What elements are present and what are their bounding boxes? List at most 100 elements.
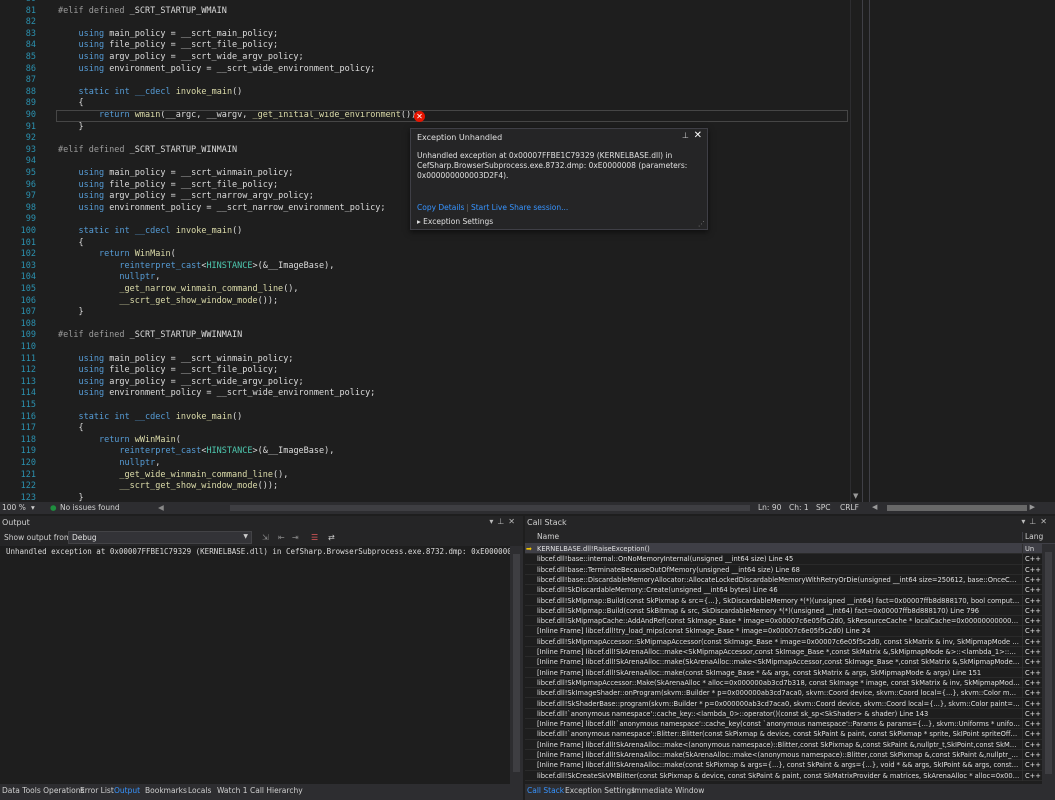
chevron-down-icon[interactable]: ▾ [31,503,35,512]
code-editor[interactable]: 8081828384858687888990919293949596979899… [0,0,862,502]
code-line[interactable]: } [58,493,83,502]
column-header-name[interactable]: Name [537,532,559,541]
tab-locals[interactable]: Locals [188,786,211,795]
code-line[interactable]: using file_policy = __scrt_file_policy; [58,180,278,192]
exception-settings-toggle[interactable]: ▸ Exception Settings [417,217,493,226]
scroll-right-icon[interactable]: ▶ [1030,503,1035,511]
code-line[interactable]: return wWinMain( [58,435,181,447]
code-line[interactable]: using environment_policy = __scrt_narrow… [58,203,385,215]
call-stack-row[interactable]: libcef.dll!SkMipmap::Build(const SkBitma… [525,605,1042,617]
call-stack-row[interactable]: libcef.dll!`anonymous namespace'::Blitte… [525,729,1042,740]
close-icon[interactable]: ✕ [508,517,519,526]
column-header-lang[interactable]: Lang [1022,532,1043,541]
right-horizontal-scrollbar[interactable]: ◀ ▶ [862,502,1055,514]
output-text[interactable]: Unhandled exception at 0x00007FFBE1C7932… [0,546,510,784]
code-line[interactable]: using file_policy = __scrt_file_policy; [58,40,278,52]
call-stack-row[interactable]: libcef.dll!SkImageShader::onProgram(skvm… [525,688,1042,699]
tab-data-tools-operations[interactable]: Data Tools Operations [2,786,84,795]
pin-icon[interactable]: ⊥ [682,131,689,140]
tab-exception-settings[interactable]: Exception Settings [565,786,635,795]
code-line[interactable]: #elif defined _SCRT_STARTUP_WWINMAIN [58,330,242,342]
scroll-down-icon[interactable]: ▼ [853,492,858,500]
pin-icon[interactable]: ⊥ [497,517,508,526]
scroll-left-icon[interactable]: ◀ [158,503,164,512]
code-line[interactable]: reinterpret_cast<HINSTANCE>(&__ImageBase… [58,446,334,458]
code-line[interactable]: { [58,423,83,435]
scroll-thumb[interactable] [513,554,520,772]
code-line[interactable]: static int __cdecl invoke_main() [58,87,242,99]
call-stack-row[interactable]: libcef.dll!SkMipmapAccessor::SkMipmapAcc… [525,636,1042,647]
code-line[interactable]: nullptr, [58,458,160,470]
editor-vertical-scrollbar[interactable]: ▼ [850,0,862,502]
close-icon[interactable]: ✕ [694,130,702,141]
code-line[interactable]: using file_policy = __scrt_file_policy; [58,365,278,377]
call-stack-row[interactable]: libcef.dll!base::internal::OnNoMemoryInt… [525,554,1042,565]
code-line[interactable]: using argv_policy = __scrt_wide_argv_pol… [58,52,303,64]
find-message-icon[interactable]: ⇲ [262,533,269,542]
call-stack-row[interactable]: libcef.dll!base::TerminateBecauseOutOfMe… [525,564,1042,575]
call-stack-row[interactable]: [Inline Frame] libcef.dll!`anonymous nam… [525,719,1042,730]
call-stack-row[interactable]: [Inline Frame] libcef.dll!SkArenaAlloc::… [525,750,1042,761]
call-stack-row[interactable]: libcef.dll!SkDiscardableMemory::Create(u… [525,585,1042,596]
call-stack-row[interactable]: [Inline Frame] libcef.dll!try_load_mips(… [525,626,1042,637]
issues-status[interactable]: No issues found [60,503,120,512]
tab-call-hierarchy[interactable]: Call Hierarchy [250,786,303,795]
code-line[interactable]: { [58,98,83,110]
code-line[interactable]: using environment_policy = __scrt_wide_e… [58,64,375,76]
code-line[interactable]: using environment_policy = __scrt_wide_e… [58,388,375,400]
go-next-icon[interactable]: ⇥ [292,533,299,542]
live-share-link[interactable]: Start Live Share session... [471,203,568,212]
code-line[interactable]: static int __cdecl invoke_main() [58,412,242,424]
code-line[interactable]: #elif defined _SCRT_STARTUP_WINMAIN [58,145,237,157]
code-line[interactable]: _get_wide_winmain_command_line(), [58,470,288,482]
code-line[interactable]: { [58,238,83,250]
call-stack-row[interactable]: libcef.dll!SkCreateSkVMBlitter(const SkP… [525,770,1042,781]
call-stack-row[interactable]: libcef.dll!base::DiscardableMemoryAlloca… [525,574,1042,586]
code-line[interactable]: using main_policy = __scrt_main_policy; [58,29,278,41]
scroll-thumb[interactable] [887,505,1027,511]
word-wrap-icon[interactable]: ⇄ [328,533,335,542]
copy-details-link[interactable]: Copy Details [417,203,464,212]
code-line[interactable]: using main_policy = __scrt_winmain_polic… [58,168,293,180]
code-line[interactable]: nullptr, [58,272,160,284]
tab-immediate-window[interactable]: Immediate Window [632,786,704,795]
code-line[interactable]: using argv_policy = __scrt_narrow_argv_p… [58,191,313,203]
code-area[interactable]: #elif defined _SCRT_STARTUP_WMAIN using … [48,0,850,502]
tab-watch-1[interactable]: Watch 1 [217,786,248,795]
resize-grip-icon[interactable]: ⋰ [698,220,705,228]
close-icon[interactable]: ✕ [1040,517,1051,526]
call-stack-row[interactable]: libcef.dll!SkMipmapAccessor::Make(SkAren… [525,677,1042,689]
code-line[interactable]: #elif defined _SCRT_STARTUP_WMAIN [58,6,227,18]
call-stack-row[interactable]: libcef.dll!SkMipmapCache::AddAndRef(cons… [525,616,1042,627]
tab-error-list[interactable]: Error List [80,786,114,795]
call-stack-row[interactable]: libcef.dll!`anonymous namespace'::cache_… [525,708,1042,720]
call-stack-row[interactable]: [Inline Frame] libcef.dll!SkArenaAlloc::… [525,657,1042,668]
code-line[interactable]: } [58,307,83,319]
zoom-level[interactable]: 100 % [2,503,26,512]
tab-call-stack[interactable]: Call Stack [527,786,564,795]
code-line[interactable]: __scrt_get_show_window_mode()); [58,296,278,308]
call-stack-row[interactable]: [Inline Frame] libcef.dll!SkArenaAlloc::… [525,667,1042,678]
call-stack-list[interactable]: ➡ KERNELBASE.dll!RaiseException() Un libcef… [525,544,1042,784]
pin-icon[interactable]: ⊥ [1029,517,1040,526]
scroll-left-icon[interactable]: ◀ [872,503,877,511]
editor-horizontal-scroll-thumb[interactable] [230,505,750,511]
call-stack-row[interactable]: [Inline Frame] libcef.dll!SkArenaAlloc::… [525,647,1042,658]
output-scrollbar[interactable] [510,546,523,784]
code-line[interactable]: } [58,122,83,134]
call-stack-row[interactable]: libcef.dll!SkShaderBase::program(skvm::B… [525,698,1042,709]
tab-output[interactable]: Output [114,786,140,795]
scroll-thumb[interactable] [1045,552,1052,774]
call-stack-row[interactable]: libcef.dll!SkMipmap::Build(const SkPixma… [525,595,1042,606]
call-stack-row[interactable]: [Inline Frame] libcef.dll!SkArenaAlloc::… [525,760,1042,771]
clear-all-icon[interactable]: ☰ [311,533,318,542]
code-line[interactable]: using argv_policy = __scrt_wide_argv_pol… [58,377,303,389]
call-stack-row[interactable]: ➡ KERNELBASE.dll!RaiseException() Un [525,544,1042,555]
tab-bookmarks[interactable]: Bookmarks [145,786,187,795]
call-stack-scrollbar[interactable] [1042,544,1055,784]
code-line[interactable]: static int __cdecl invoke_main() [58,226,242,238]
output-source-select[interactable]: Debug ▼ [68,531,252,544]
code-line[interactable]: return WinMain( [58,249,176,261]
code-line[interactable]: reinterpret_cast<HINSTANCE>(&__ImageBase… [58,261,334,273]
call-stack-row[interactable]: [Inline Frame] libcef.dll!SkArenaAlloc::… [525,739,1042,750]
